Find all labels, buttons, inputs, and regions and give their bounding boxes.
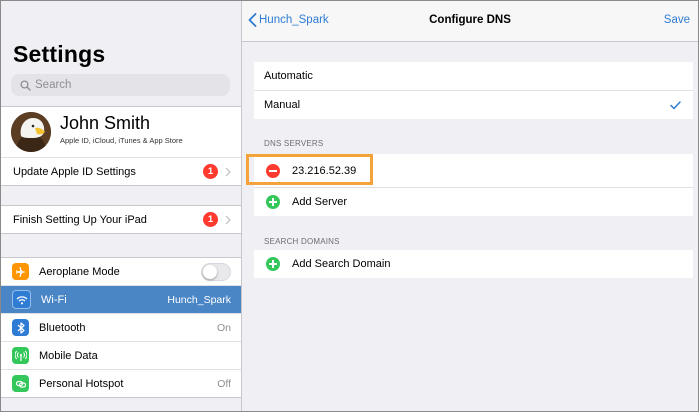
chevron-right-icon [225,206,231,233]
finish-setup-group: Finish Setting Up Your iPad 1 [1,205,241,234]
add-server-row[interactable]: Add Server [254,187,693,216]
save-button[interactable]: Save [664,14,690,26]
wifi-network-value: Hunch_Spark [167,293,231,306]
toggle-knob [203,264,217,279]
finish-setup-label: Finish Setting Up Your iPad [13,213,147,226]
search-domains-card: Add Search Domain [254,250,693,278]
airplane-icon [12,263,29,280]
update-apple-id-row[interactable]: Update Apple ID Settings 1 [1,157,241,185]
bluetooth-label: Bluetooth [39,321,86,334]
manual-label: Manual [264,99,301,111]
profile-name: John Smith [60,113,151,133]
checkmark-icon [670,91,681,119]
personal-hotspot-value: Off [217,377,231,390]
search-domains-header: SEARCH DOMAINS [264,237,340,246]
sidebar-item-wifi[interactable]: Wi-Fi Hunch_Spark [1,285,241,313]
mobile-data-label: Mobile Data [39,349,98,362]
ipad-screen: Settings Search John Smith Apple ID, iCl… [0,0,699,412]
sidebar-item-mobile-data[interactable]: Mobile Data [1,341,241,369]
finish-setup-row[interactable]: Finish Setting Up Your iPad 1 [1,206,241,233]
bluetooth-icon [12,319,29,336]
add-server-icon [266,195,280,209]
search-field[interactable]: Search [11,74,230,96]
chevron-right-icon [225,158,231,185]
sidebar-item-aeroplane-mode[interactable]: Aeroplane Mode [1,258,241,285]
page-title: Configure DNS [429,14,511,26]
personal-hotspot-label: Personal Hotspot [39,377,124,390]
profile-subtitle: Apple ID, iCloud, iTunes & App Store [60,136,183,145]
aeroplane-mode-label: Aeroplane Mode [39,265,120,278]
dns-mode-card: Automatic Manual [254,62,693,119]
automatic-label: Automatic [264,70,313,82]
profile-group: John Smith Apple ID, iCloud, iTunes & Ap… [1,106,241,186]
update-badge: 1 [203,164,218,179]
navigation-bar: Hunch_Spark Configure DNS Save [242,1,698,42]
dns-server-address[interactable]: 23.216.52.39 [292,165,356,177]
sidebar-item-personal-hotspot[interactable]: Personal Hotspot Off [1,369,241,397]
aeroplane-mode-toggle[interactable] [201,262,231,281]
wifi-icon [12,290,31,309]
remove-server-icon[interactable] [266,163,280,178]
dns-servers-card: 23.216.52.39 Add Server [254,154,693,216]
hotspot-icon [12,375,29,392]
antenna-icon [12,347,29,364]
dns-mode-manual[interactable]: Manual [254,90,693,119]
configure-dns-pane: Hunch_Spark Configure DNS Save Automatic… [242,1,698,411]
search-placeholder: Search [35,79,72,91]
connectivity-group: Aeroplane Mode Wi-Fi Hunch_Spark Bluetoo… [1,257,241,398]
sidebar-item-bluetooth[interactable]: Bluetooth On [1,313,241,341]
apple-id-profile-row[interactable]: John Smith Apple ID, iCloud, iTunes & Ap… [1,107,241,157]
add-search-domain-icon [266,257,280,271]
wifi-label: Wi-Fi [41,293,67,306]
update-apple-id-label: Update Apple ID Settings [13,165,136,178]
add-search-domain-row[interactable]: Add Search Domain [254,250,693,278]
settings-sidebar: Settings Search John Smith Apple ID, iCl… [1,1,242,411]
search-icon [17,77,33,93]
settings-title: Settings [13,41,106,67]
bluetooth-value: On [216,321,231,334]
dns-servers-header: DNS SERVERS [264,139,324,148]
dns-mode-automatic[interactable]: Automatic [254,62,693,90]
add-server-label: Add Server [292,196,348,208]
dns-server-row[interactable]: 23.216.52.39 [254,154,693,187]
add-search-domain-label: Add Search Domain [292,258,391,270]
finish-setup-badge: 1 [203,212,218,227]
avatar [11,112,51,152]
